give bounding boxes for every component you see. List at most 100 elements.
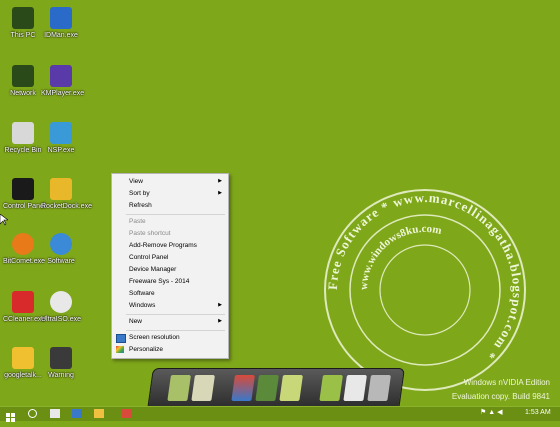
menu-item-paste[interactable]: Paste [112, 216, 228, 227]
warning-icon [50, 347, 72, 369]
desktop-icon[interactable]: This PC [3, 7, 43, 40]
menu-item-refresh[interactable]: Refresh [112, 200, 228, 211]
clock[interactable]: 1:53 AM [525, 409, 551, 416]
menu-item-label: Freeware Sys - 2014 [129, 278, 190, 285]
menu-item-label: Paste [129, 218, 146, 225]
submenu-arrow-icon: ▶ [218, 302, 222, 308]
search-icon[interactable] [28, 409, 37, 418]
network-icon [12, 65, 34, 87]
desktop-icon-label: IDMan.exe [44, 32, 78, 39]
context-menu: View ▶ Sort by ▶ Refresh Paste Paste short… [111, 173, 229, 359]
menu-item-personalize[interactable]: Personalize [112, 344, 228, 355]
menu-item-label: Windows [129, 302, 156, 309]
desktop-icon[interactable]: googletalk... [3, 347, 43, 380]
lock-icon [50, 122, 72, 144]
desktop: { "desktop": { "background_color": "#7fa… [0, 0, 560, 422]
display-icon [116, 334, 126, 343]
desktop-icon[interactable]: BitComet.exe [3, 233, 46, 266]
recycle-bin-icon [12, 122, 34, 144]
desktop-icon[interactable]: KMPlayer.exe [41, 65, 84, 98]
store-taskbar-icon[interactable] [122, 409, 132, 418]
desktop-icon[interactable]: Network [3, 65, 43, 98]
dock-item-trash-icon[interactable] [367, 375, 391, 401]
menu-item-software[interactable]: Software [112, 288, 228, 299]
submenu-arrow-icon: ▶ [218, 318, 222, 324]
desktop-icon[interactable]: Software [41, 233, 81, 266]
chat-icon [12, 347, 34, 369]
menu-item-windows[interactable]: Windows ▶ [112, 300, 228, 311]
menu-item-label: Paste shortcut [129, 230, 171, 237]
menu-item-new[interactable]: New ▶ [112, 316, 228, 327]
menu-item-label: Add-Remove Programs [129, 242, 197, 249]
menu-separator [126, 330, 225, 331]
dock-item-files-icon[interactable] [319, 375, 343, 401]
menu-item-label: Control Panel [129, 254, 169, 261]
menu-item-paste-shortcut[interactable]: Paste shortcut [112, 228, 228, 239]
dock-item-media-icon[interactable] [191, 375, 215, 401]
desktop-icon-label: BitComet.exe [3, 258, 46, 265]
computer-icon [12, 7, 34, 29]
menu-item-add-remove-programs[interactable]: Add-Remove Programs [112, 240, 228, 251]
volume-icon[interactable]: ◀ [497, 409, 502, 416]
flag-icon[interactable]: ⚑ [480, 409, 486, 416]
desktop-icon-label: Warning [48, 372, 74, 379]
menu-item-screen-resolution[interactable]: Screen resolution [112, 332, 228, 343]
bitcomet-icon [12, 233, 34, 255]
ie-taskbar-icon[interactable] [72, 409, 82, 418]
menu-item-sort-by[interactable]: Sort by ▶ [112, 188, 228, 199]
rocketdock-icon [50, 178, 72, 200]
submenu-arrow-icon: ▶ [218, 190, 222, 196]
desktop-icon[interactable]: NSP.exe [41, 122, 81, 155]
menu-item-device-manager[interactable]: Device Manager [112, 264, 228, 275]
task-view-icon[interactable] [50, 409, 60, 418]
dock-item-folder-icon[interactable] [167, 375, 191, 401]
menu-item-label: New [129, 318, 143, 325]
desktop-icon-label: googletalk... [4, 372, 42, 379]
menu-item-view[interactable]: View ▶ [112, 176, 228, 187]
network-icon[interactable]: ▲ [488, 409, 495, 416]
start-button[interactable] [6, 409, 16, 422]
submenu-arrow-icon: ▶ [218, 178, 222, 184]
desktop-icon[interactable]: UltraISO.exe [41, 291, 81, 324]
edition-watermark: Windows nVIDIA Edition [463, 378, 550, 387]
disc-icon [50, 291, 72, 313]
menu-separator [126, 314, 225, 315]
desktop-icon[interactable]: RocketDock.exe [41, 178, 92, 211]
menu-item-label: Refresh [129, 202, 152, 209]
stamp-outer-text: Free Software * www.marcellinagatha.blog… [325, 190, 525, 363]
menu-item-label: Device Manager [129, 266, 177, 273]
explorer-taskbar-icon[interactable] [94, 409, 104, 418]
desktop-icon-label: Network [10, 90, 36, 97]
menu-item-label: Sort by [129, 190, 150, 197]
desktop-icon-label: RocketDock.exe [41, 203, 92, 210]
menu-item-label: Screen resolution [129, 334, 180, 341]
taskbar: ⚑ ▲ ◀ 1:53 AM [0, 406, 560, 422]
dock-item-paint-icon[interactable] [343, 375, 367, 401]
build-watermark: Evaluation copy. Build 9841 [451, 392, 550, 401]
desktop-icon-label: UltraISO.exe [41, 316, 82, 323]
ccleaner-icon [12, 291, 34, 313]
personalize-icon [116, 346, 124, 353]
desktop-icon-label: NSP.exe [47, 147, 75, 154]
desktop-icon[interactable]: Recycle Bin [3, 122, 43, 155]
desktop-icon[interactable]: Control Panel [3, 178, 46, 211]
menu-item-label: Personalize [129, 346, 163, 353]
control-panel-icon [12, 178, 34, 200]
ie-icon [50, 233, 72, 255]
desktop-icon[interactable]: CCleaner.exe [3, 291, 46, 324]
dock-item-store-icon[interactable] [231, 375, 255, 401]
watermark-stamp: Free Software * www.marcellinagatha.blog… [324, 189, 526, 391]
media-player-icon [50, 65, 72, 87]
download-manager-icon [50, 7, 72, 29]
dock-item-tools-icon[interactable] [255, 375, 279, 401]
desktop-icon-label: CCleaner.exe [3, 316, 46, 323]
desktop-icon[interactable]: IDMan.exe [41, 7, 81, 40]
dock-item-mail-icon[interactable] [279, 375, 303, 401]
menu-item-label: Software [129, 290, 155, 297]
stamp-inner-text: www.windows8ku.com [358, 223, 443, 290]
desktop-icon-label: Control Panel [3, 203, 46, 210]
desktop-icon[interactable]: Warning [41, 347, 81, 380]
menu-item-control-panel[interactable]: Control Panel [112, 252, 228, 263]
menu-item-freeware-sys[interactable]: Freeware Sys - 2014 [112, 276, 228, 287]
mouse-cursor-icon [0, 214, 8, 226]
